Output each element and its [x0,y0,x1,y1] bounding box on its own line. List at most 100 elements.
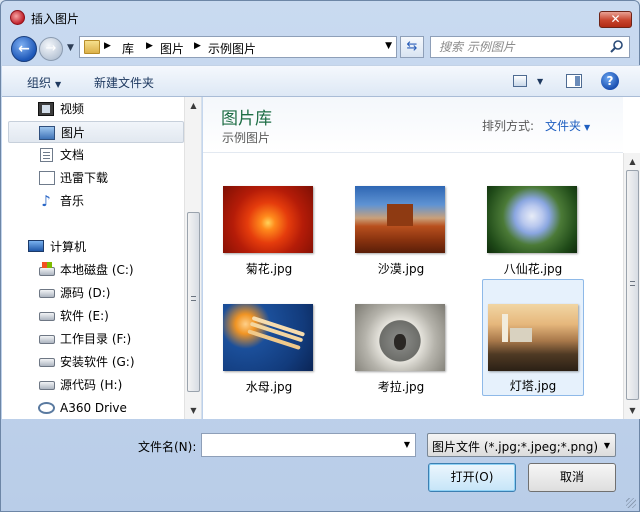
file-name: 灯塔.jpg [509,379,557,393]
nav-item-drive-g[interactable]: 安装软件 (G:) [8,351,184,373]
video-icon [38,102,54,116]
scrollbar-thumb[interactable] [626,170,639,400]
nav-item-computer[interactable]: 计算机 [8,236,184,258]
file-type-select[interactable]: 图片文件 (*.jpg;*.jpeg;*.png) ▼ [427,433,616,457]
system-disk-icon [39,262,55,276]
filename-dropdown-icon[interactable]: ▼ [404,440,410,449]
nav-item-label: 本地磁盘 (C:) [60,263,134,277]
disk-icon [39,335,55,344]
insert-picture-dialog: 插入图片 ✕ ← → ▼ ▶ 库 ▶ 图片 ▶ 示例图片 ▼ ⇆ 组织▼ 新建文… [0,0,640,512]
breadcrumb-library[interactable]: 库 [122,40,134,57]
help-icon[interactable]: ? [601,72,619,90]
navigation-scrollbar[interactable]: ▲ ▼ [184,97,201,419]
file-thumbnail-selected[interactable]: 灯塔.jpg [482,279,584,396]
filename-combobox[interactable]: ▼ [201,433,416,457]
recent-locations-dropdown-icon[interactable]: ▼ [67,43,74,53]
address-dropdown-icon[interactable]: ▼ [385,41,392,51]
refresh-icon: ⇆ [406,39,418,54]
lighthouse-photo [488,304,578,371]
app-logo-icon [10,10,25,25]
desert-photo [355,186,445,253]
breadcrumb-sample-pictures[interactable]: 示例图片 [208,40,256,57]
address-bar[interactable]: ▶ 库 ▶ 图片 ▶ 示例图片 ▼ [79,36,397,58]
scrollbar-thumb[interactable] [187,212,200,392]
nav-item-thunder-downloads[interactable]: 迅雷下载 [8,167,184,189]
grip-icon [191,296,196,301]
breadcrumb-chevron-icon[interactable]: ▶ [194,41,201,51]
scroll-up-icon[interactable]: ▲ [185,97,202,114]
nav-item-drive-f[interactable]: 工作目录 (F:) [8,328,184,350]
disk-icon [39,381,55,390]
scroll-down-icon[interactable]: ▼ [624,402,640,419]
file-thumbnail[interactable]: 沙漠.jpg [350,180,452,294]
chevron-down-icon: ▼ [603,441,610,450]
library-title: 图片库 [221,109,272,129]
organize-menu-button[interactable]: 组织 ▼ [27,74,61,91]
preview-pane-icon[interactable] [566,74,582,88]
title-bar[interactable]: 插入图片 ✕ [1,1,639,31]
cancel-button[interactable]: 取消 [528,463,616,492]
nav-item-label: 工作目录 (F:) [60,332,132,346]
nav-item-documents[interactable]: 文档 [8,144,184,166]
new-folder-button[interactable]: 新建文件夹 [94,74,154,91]
scroll-up-icon[interactable]: ▲ [624,153,640,170]
breadcrumb-chevron-icon[interactable]: ▶ [104,41,111,51]
search-box[interactable] [430,36,630,58]
grip-icon [630,281,635,286]
close-icon: ✕ [610,12,621,26]
scroll-down-icon[interactable]: ▼ [185,402,202,419]
file-type-value: 图片文件 (*.jpg;*.jpeg;*.png) [432,440,599,454]
filename-input[interactable] [206,437,391,453]
nav-item-drive-h[interactable]: 源代码 (H:) [8,374,184,396]
file-list-area[interactable]: 图片库 示例图片 排列方式: 文件夹 ▼ 菊花.jpg 沙漠.jpg 八仙花.jp… [203,97,640,419]
library-header: 图片库 示例图片 排列方式: 文件夹 ▼ [203,97,623,153]
disk-icon [39,312,55,321]
document-icon [40,148,53,162]
file-name: 沙漠.jpg [377,262,425,276]
file-name: 八仙花.jpg [503,262,563,276]
change-view-icon[interactable] [513,75,527,87]
chevron-down-icon: ▼ [584,123,591,132]
disk-icon [39,289,55,298]
close-button[interactable]: ✕ [599,11,632,28]
nav-item-label: 图片 [61,126,86,140]
file-list-scrollbar[interactable]: ▲ ▼ [623,153,640,419]
nav-item-drive-d[interactable]: 源码 (D:) [8,282,184,304]
music-icon: ♪ [41,192,51,210]
search-input[interactable] [439,39,604,55]
file-thumbnail[interactable]: 八仙花.jpg [482,180,584,294]
breadcrumb-chevron-icon[interactable]: ▶ [146,41,153,51]
refresh-button[interactable]: ⇆ [400,36,424,58]
arrange-by-dropdown[interactable]: 文件夹 ▼ [545,117,590,134]
file-thumbnail[interactable]: 水母.jpg [218,298,320,412]
nav-item-label: 安装软件 (G:) [60,355,135,369]
file-name: 菊花.jpg [245,262,293,276]
open-button[interactable]: 打开(O) [428,463,516,492]
back-button[interactable]: ← [11,36,37,62]
resize-grip-icon[interactable] [626,498,636,508]
nav-item-label: 计算机 [50,240,87,254]
nav-item-drive-c[interactable]: 本地磁盘 (C:) [8,259,184,281]
library-subtitle: 示例图片 [222,131,271,145]
search-icon[interactable] [609,39,625,55]
nav-item-videos[interactable]: 视频 [8,98,184,120]
file-thumbnail[interactable]: 考拉.jpg [350,298,452,412]
file-thumbnail[interactable]: 菊花.jpg [218,180,320,294]
nav-item-label: 软件 (E:) [60,309,109,323]
nav-item-music[interactable]: ♪ 音乐 [8,190,184,212]
breadcrumb-pictures[interactable]: 图片 [160,40,184,57]
back-arrow-icon: ← [18,41,30,57]
forward-button[interactable]: → [39,37,63,61]
chrysanthemum-photo [223,186,313,253]
cloud-drive-icon [38,402,55,414]
nav-item-label: A360 Drive [60,401,127,415]
nav-item-label: 源代码 (H:) [60,378,123,392]
jellyfish-photo [223,304,313,371]
chevron-down-icon: ▼ [55,80,62,89]
nav-item-drive-e[interactable]: 软件 (E:) [8,305,184,327]
download-icon [39,171,55,185]
navigation-pane[interactable]: 视频 图片 文档 迅雷下载 ♪ 音乐 计算机 本地磁盘 (C:) 源码 (D:) [2,97,202,419]
nav-item-a360-drive[interactable]: A360 Drive [8,397,184,419]
nav-item-pictures[interactable]: 图片 [8,121,184,143]
view-options-dropdown-icon[interactable]: ▼ [537,77,543,86]
